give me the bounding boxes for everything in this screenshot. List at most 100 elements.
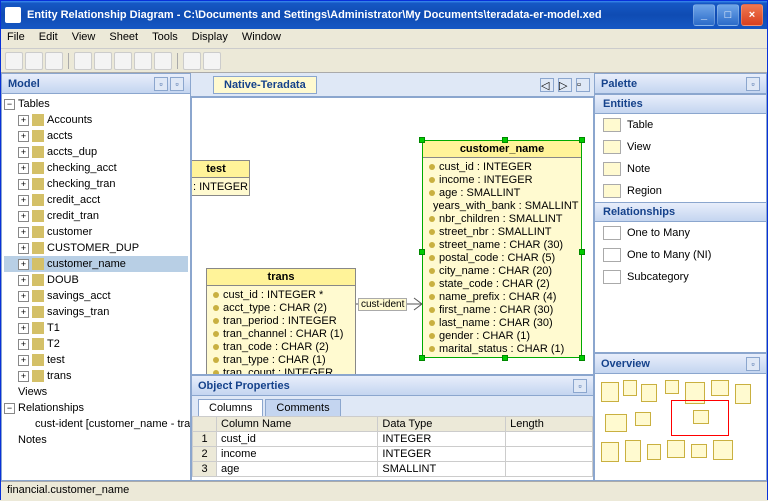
palette-item[interactable]: Subcategory — [595, 266, 766, 288]
zoom-fit-button[interactable] — [114, 52, 132, 70]
resize-handle[interactable] — [579, 355, 585, 361]
menu-file[interactable]: File — [7, 31, 25, 46]
table-row[interactable]: 3ageSMALLINT — [193, 462, 593, 477]
menu-sheet[interactable]: Sheet — [109, 31, 138, 46]
tree-item[interactable]: customer_name — [47, 258, 126, 270]
model-tree[interactable]: −Tables +Accounts+accts+accts_dup+checki… — [2, 94, 190, 480]
menu-display[interactable]: Display — [192, 31, 228, 46]
table-row[interactable]: 1cust_idINTEGER — [193, 432, 593, 447]
expand-icon[interactable]: + — [18, 227, 29, 238]
menu-window[interactable]: Window — [242, 31, 281, 46]
diagram-canvas[interactable]: test : INTEGER trans cust_id : INTEGER *… — [191, 97, 594, 375]
expand-icon[interactable]: + — [18, 243, 29, 254]
tree-item[interactable]: CUSTOMER_DUP — [47, 242, 139, 254]
table-row[interactable]: 2incomeINTEGER — [193, 447, 593, 462]
tree-item[interactable]: Accounts — [47, 114, 92, 126]
tree-item[interactable]: DOUB — [47, 274, 79, 286]
tree-item[interactable]: test — [47, 354, 65, 366]
palette-item[interactable]: One to Many — [595, 222, 766, 244]
tree-item[interactable]: accts_dup — [47, 146, 97, 158]
col-header[interactable] — [193, 417, 217, 432]
zoom-out-button[interactable] — [94, 52, 112, 70]
expand-icon[interactable]: + — [18, 339, 29, 350]
tree-item[interactable]: T2 — [47, 338, 60, 350]
col-header[interactable]: Column Name — [217, 417, 378, 432]
menu-view[interactable]: View — [72, 31, 96, 46]
expand-icon[interactable]: + — [18, 323, 29, 334]
tab-comments[interactable]: Comments — [265, 399, 340, 416]
expand-icon[interactable]: + — [18, 371, 29, 382]
panel-collapse-icon[interactable]: ▫ — [154, 77, 168, 91]
palette-item[interactable]: One to Many (NI) — [595, 244, 766, 266]
tab-columns[interactable]: Columns — [198, 399, 263, 416]
minimize-button[interactable]: _ — [693, 4, 715, 26]
panel-close-icon[interactable]: ▫ — [746, 357, 760, 371]
expand-icon[interactable]: + — [18, 131, 29, 142]
entity-test[interactable]: test : INTEGER — [191, 160, 250, 196]
tab-max-icon[interactable]: ▫ — [576, 78, 590, 92]
menu-tools[interactable]: Tools — [152, 31, 178, 46]
properties-table[interactable]: Column Name Data Type Length 1cust_idINT… — [192, 416, 593, 480]
zoom-in-button[interactable] — [74, 52, 92, 70]
tree-relationships[interactable]: Relationships — [18, 402, 84, 414]
tree-item[interactable]: credit_tran — [47, 210, 99, 222]
tree-rel-item[interactable]: cust-ident [customer_name - trans] — [35, 418, 190, 430]
palette-rel-header[interactable]: Relationships — [595, 202, 766, 222]
tree-item[interactable]: customer — [47, 226, 92, 238]
tree-notes[interactable]: Notes — [18, 434, 47, 446]
menu-edit[interactable]: Edit — [39, 31, 58, 46]
zoom-actual-button[interactable] — [134, 52, 152, 70]
tree-item[interactable]: savings_tran — [47, 306, 109, 318]
tree-item[interactable]: T1 — [47, 322, 60, 334]
close-button[interactable]: × — [741, 4, 763, 26]
snap-button[interactable] — [203, 52, 221, 70]
collapse-icon[interactable]: − — [4, 99, 15, 110]
resize-handle[interactable] — [579, 137, 585, 143]
diagram-tab[interactable]: Native-Teradata — [213, 76, 317, 94]
expand-icon[interactable]: + — [18, 291, 29, 302]
tree-item[interactable]: credit_acct — [47, 194, 100, 206]
entity-customer-name[interactable]: customer_name cust_id : INTEGERincome : … — [422, 140, 582, 358]
tab-prev-icon[interactable]: ◁ — [540, 78, 554, 92]
expand-icon[interactable]: + — [18, 211, 29, 222]
panel-close-icon[interactable]: ▫ — [170, 77, 184, 91]
print-button[interactable] — [45, 52, 63, 70]
entity-trans[interactable]: trans cust_id : INTEGER *acct_type : CHA… — [206, 268, 356, 375]
tree-item[interactable]: checking_acct — [47, 162, 117, 174]
collapse-icon[interactable]: − — [4, 403, 15, 414]
palette-entities-header[interactable]: Entities — [595, 94, 766, 114]
palette-item[interactable]: Note — [595, 158, 766, 180]
panel-close-icon[interactable]: ▫ — [746, 77, 760, 91]
tree-root[interactable]: Tables — [18, 98, 50, 110]
resize-handle[interactable] — [502, 355, 508, 361]
overview-canvas[interactable] — [595, 374, 766, 480]
col-header[interactable]: Data Type — [378, 417, 506, 432]
tree-item[interactable]: accts — [47, 130, 73, 142]
tab-next-icon[interactable]: ▷ — [558, 78, 572, 92]
resize-handle[interactable] — [502, 137, 508, 143]
panel-close-icon[interactable]: ▫ — [573, 379, 587, 393]
resize-handle[interactable] — [419, 355, 425, 361]
expand-icon[interactable]: + — [18, 195, 29, 206]
grid-button[interactable] — [183, 52, 201, 70]
resize-handle[interactable] — [419, 137, 425, 143]
zoom-region-button[interactable] — [154, 52, 172, 70]
expand-icon[interactable]: + — [18, 259, 29, 270]
maximize-button[interactable]: □ — [717, 4, 739, 26]
expand-icon[interactable]: + — [18, 307, 29, 318]
palette-item[interactable]: View — [595, 136, 766, 158]
overview-viewport[interactable] — [671, 400, 729, 436]
save-button[interactable] — [25, 52, 43, 70]
expand-icon[interactable]: + — [18, 163, 29, 174]
expand-icon[interactable]: + — [18, 275, 29, 286]
resize-handle[interactable] — [579, 249, 585, 255]
resize-handle[interactable] — [419, 249, 425, 255]
tree-item[interactable]: trans — [47, 370, 71, 382]
expand-icon[interactable]: + — [18, 115, 29, 126]
palette-item[interactable]: Table — [595, 114, 766, 136]
tree-item[interactable]: checking_tran — [47, 178, 116, 190]
expand-icon[interactable]: + — [18, 179, 29, 190]
expand-icon[interactable]: + — [18, 147, 29, 158]
col-header[interactable]: Length — [506, 417, 593, 432]
tree-views[interactable]: Views — [18, 386, 47, 398]
